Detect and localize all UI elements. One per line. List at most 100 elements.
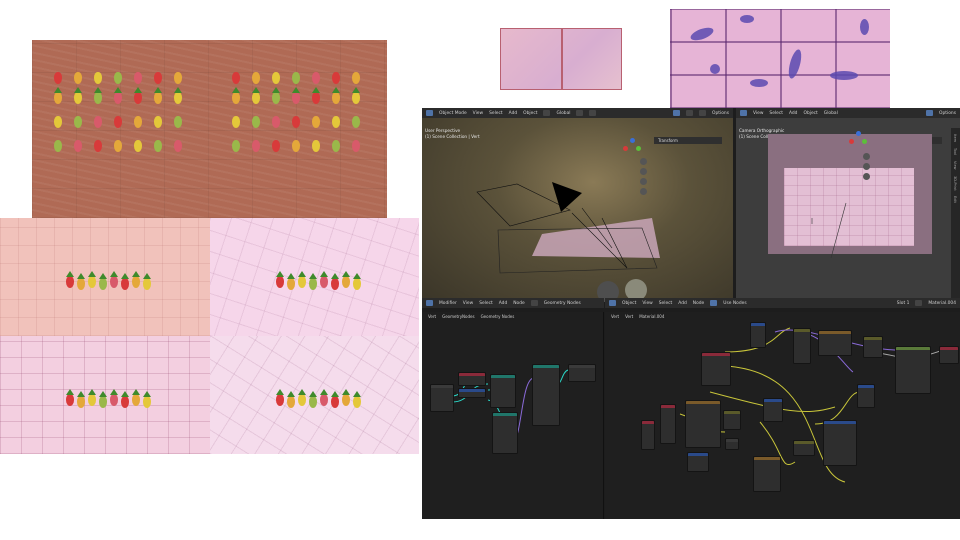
fruit-sprite (94, 72, 102, 84)
fruit-sprite (312, 72, 320, 84)
color-ramp-node[interactable] (793, 328, 811, 364)
sidebar-tab-3dprint[interactable]: 3D-Print (953, 176, 957, 191)
group-output-node[interactable] (568, 364, 596, 382)
menu-view[interactable]: View (473, 111, 483, 116)
math-node[interactable] (687, 452, 709, 472)
vector-node[interactable] (458, 388, 486, 398)
editor-type-icon[interactable] (740, 110, 747, 116)
node-tree-name[interactable]: Geometry Nodes (544, 301, 581, 306)
editor-type-icon[interactable] (426, 110, 433, 116)
zoom-icon[interactable] (863, 153, 870, 160)
shading-material-icon[interactable] (686, 110, 694, 116)
gizmo-x-axis[interactable] (623, 146, 628, 151)
fruit-sprite (74, 116, 82, 128)
fruit-sprite (353, 278, 361, 290)
menu-select[interactable]: Select (769, 111, 783, 116)
fruit-sprite (134, 92, 142, 104)
principled-bsdf-node[interactable] (895, 346, 931, 394)
fruit-sprite (309, 396, 317, 408)
object-info-node[interactable] (458, 372, 486, 386)
slot-selector[interactable]: Slot 1 (897, 301, 910, 306)
uv-map-node[interactable] (660, 404, 676, 444)
editor-type-icon[interactable] (426, 300, 433, 306)
fruit-sprite (74, 72, 82, 84)
camera-view-icon[interactable] (640, 178, 647, 185)
transform-orientation[interactable]: Global (556, 111, 570, 116)
gizmo-y-axis[interactable] (636, 146, 641, 151)
fruit-sprite (174, 116, 182, 128)
menu-add[interactable]: Add (678, 301, 687, 306)
transform-orientation[interactable]: Global (824, 111, 838, 116)
menu-object[interactable]: Object (803, 111, 817, 116)
camera-view-icon[interactable] (863, 173, 870, 180)
value-node[interactable] (641, 420, 655, 450)
shading-rendered-icon[interactable] (699, 110, 707, 116)
menu-view[interactable]: View (463, 301, 473, 306)
viewport-camera-ortho[interactable]: Camera Orthographic (1) Scene Collection… (736, 118, 960, 302)
snap-icon[interactable] (576, 110, 584, 116)
sidebar-tab-item[interactable]: Item (953, 134, 957, 142)
sidebar-tab-view[interactable]: View (953, 161, 957, 170)
mapping-node[interactable] (750, 322, 766, 348)
editor-type-icon[interactable] (609, 300, 616, 306)
menu-view[interactable]: View (642, 301, 652, 306)
gizmo-z-axis[interactable] (630, 138, 635, 143)
instance-on-points-node[interactable] (492, 412, 518, 454)
leaf-sprite (331, 391, 339, 397)
set-material-node[interactable] (532, 364, 560, 426)
reroute-node[interactable] (725, 438, 739, 450)
shader-type[interactable]: Object (622, 301, 636, 306)
separate-color-node[interactable] (793, 440, 815, 456)
options-button[interactable]: Options (939, 111, 956, 116)
curve-node[interactable] (823, 420, 857, 466)
transform-geometry-node[interactable] (490, 374, 516, 408)
gizmo-z-axis[interactable] (856, 131, 861, 136)
editor-mode[interactable]: Modifier (439, 301, 457, 306)
menu-view[interactable]: View (753, 111, 763, 116)
menu-select[interactable]: Select (489, 111, 503, 116)
wood-texture-preview (32, 40, 387, 218)
material-output-node[interactable] (939, 346, 959, 364)
menu-node[interactable]: Node (513, 301, 524, 306)
leaf-sprite (174, 87, 182, 93)
menu-add[interactable]: Add (509, 111, 518, 116)
pan-hand-icon[interactable] (863, 163, 870, 170)
orientation-icon[interactable] (543, 110, 551, 116)
bump-node[interactable] (763, 398, 783, 422)
noise-texture-node[interactable] (685, 400, 721, 448)
gizmo-y-axis[interactable] (862, 139, 867, 144)
shading-solid-icon[interactable] (926, 110, 934, 116)
geometry-node-canvas[interactable]: Vert GeometryNodes Geometry Nodes (422, 312, 604, 519)
leaf-sprite (99, 273, 107, 279)
leaf-sprite (110, 389, 118, 395)
proportional-edit-icon[interactable] (589, 110, 597, 116)
menu-add[interactable]: Add (499, 301, 508, 306)
material-name[interactable]: Material.004 (928, 301, 956, 306)
group-input-node[interactable] (430, 384, 454, 412)
texture-coordinate-node[interactable] (701, 352, 731, 386)
voronoi-texture-node[interactable] (753, 456, 781, 492)
sidebar-tab-edit[interactable]: Edit (953, 196, 957, 203)
pan-hand-icon[interactable] (640, 168, 647, 175)
mix-node[interactable] (863, 336, 883, 358)
menu-select[interactable]: Select (659, 301, 673, 306)
menu-select[interactable]: Select (479, 301, 493, 306)
shading-solid-icon[interactable] (673, 110, 681, 116)
options-button[interactable]: Options (712, 111, 729, 116)
shader-node-canvas[interactable]: Vert Vert Material.004 (605, 312, 960, 519)
mix-rgb-node[interactable] (723, 410, 741, 430)
image-texture-node[interactable] (818, 330, 852, 356)
menu-add[interactable]: Add (789, 111, 798, 116)
sidebar-tab-tool[interactable]: Tool (953, 148, 957, 155)
grid-icon[interactable] (640, 188, 647, 195)
menu-object[interactable]: Object (523, 111, 537, 116)
fruit-sprite (272, 140, 280, 152)
viewport-perspective[interactable]: User Perspective (1) Scene Collection | … (422, 118, 733, 302)
normal-map-node[interactable] (857, 384, 875, 408)
menu-node[interactable]: Node (693, 301, 704, 306)
use-nodes-checkbox[interactable] (710, 300, 718, 306)
fruit-sprite (99, 278, 107, 290)
mode-selector[interactable]: Object Mode (439, 111, 467, 116)
gizmo-x-axis[interactable] (849, 139, 854, 144)
zoom-icon[interactable] (640, 158, 647, 165)
